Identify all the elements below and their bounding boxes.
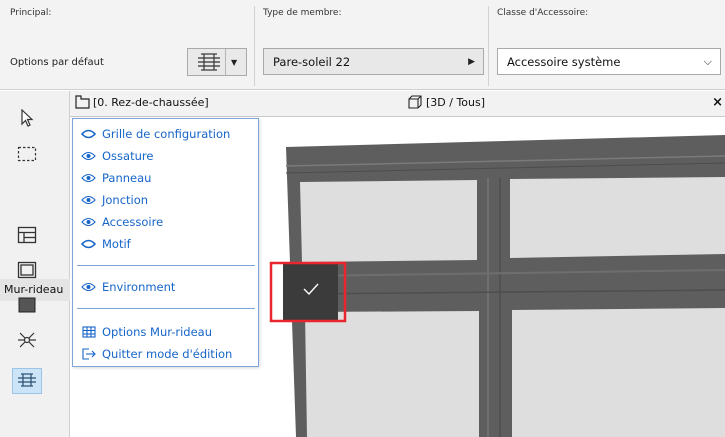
accessory-class-label: Classe d'Accessoire: — [497, 8, 589, 18]
eye-closed-icon — [81, 128, 96, 140]
cube-3d-icon — [408, 95, 422, 109]
eye-icon — [81, 216, 96, 228]
chevron-down-icon: ⌵ — [703, 55, 712, 68]
panel-tool-icon — [17, 261, 37, 279]
marquee-tool[interactable] — [12, 141, 42, 167]
exit-icon — [81, 348, 96, 360]
tab-3d-view-label: [3D / Tous] — [426, 95, 486, 109]
member-type-label: Type de membre: — [263, 8, 342, 18]
marquee-icon — [17, 146, 37, 162]
member-type-value: Pare-soleil 22 — [273, 54, 351, 69]
curtain-wall-frame-tool[interactable] — [12, 222, 42, 248]
toolbox: Mur-rideau — [0, 91, 70, 437]
view-tab-bar: [0. Rez-de-chaussée] [3D / Tous] × — [70, 91, 725, 117]
menu-item-accessoire[interactable]: Accessoire — [81, 213, 163, 231]
accessory-class-select[interactable]: Accessoire système ⌵ — [497, 48, 721, 75]
eye-closed-icon — [81, 238, 96, 250]
favorites-label[interactable]: Options par défaut — [10, 57, 104, 68]
curtain-wall-junction-tool[interactable] — [12, 292, 42, 318]
tab-floor-plan-label: [0. Rez-de-chaussée] — [93, 95, 209, 109]
favorites-button[interactable]: ▼ — [187, 48, 247, 76]
menu-item-panneau[interactable]: Panneau — [81, 169, 151, 187]
panel-bottom-left — [305, 311, 479, 437]
curtain-wall-settings-icon — [81, 326, 96, 338]
frame-tool-icon — [17, 226, 37, 244]
close-icon[interactable]: × — [712, 95, 723, 110]
menu-item-jonction[interactable]: Jonction — [81, 191, 148, 209]
info-box: Principal: Options par défaut ▼ Type de … — [0, 0, 725, 90]
principal-label: Principal: — [10, 8, 52, 18]
eye-icon — [81, 281, 96, 293]
chevron-right-icon: ▶ — [468, 57, 475, 67]
panel-top-left — [300, 180, 477, 262]
menu-item-options-mur-rideau[interactable]: Options Mur-rideau — [81, 323, 212, 341]
menu-item-grille-configuration[interactable]: Grille de configuration — [81, 125, 230, 143]
menu-item-environment[interactable]: Environment — [81, 278, 175, 296]
member-type-field[interactable]: Pare-soleil 22 ▶ — [263, 48, 484, 75]
floorplan-icon — [75, 95, 90, 109]
panel-bottom-right — [512, 308, 725, 437]
panel-top-right — [510, 177, 725, 258]
curtain-wall-edit-menu: Grille de configuration Ossature Panneau… — [72, 118, 259, 367]
principal-section: Principal: Options par défaut ▼ — [0, 0, 255, 90]
eye-icon — [81, 172, 96, 184]
member-type-section: Type de membre: Pare-soleil 22 ▶ — [255, 0, 488, 90]
chevron-down-icon[interactable]: ▼ — [231, 58, 237, 67]
curtain-wall-panel-tool[interactable] — [12, 257, 42, 283]
accessory-class-value: Accessoire système — [507, 54, 621, 69]
menu-item-quitter-edition[interactable]: Quitter mode d'édition — [81, 345, 232, 363]
eye-icon — [81, 194, 96, 206]
curtain-wall-tool-icon — [18, 373, 36, 387]
arrow-select-icon — [21, 109, 34, 127]
arrow-tool[interactable] — [12, 105, 42, 131]
tab-3d-view[interactable]: [3D / Tous] — [408, 95, 485, 109]
curtain-wall-accessory-tool[interactable] — [12, 327, 42, 353]
tab-floor-plan[interactable]: [0. Rez-de-chaussée] — [75, 95, 209, 109]
accessory-class-section: Classe d'Accessoire: Accessoire système … — [489, 0, 725, 90]
menu-item-ossature[interactable]: Ossature — [81, 147, 153, 165]
menu-item-motif[interactable]: Motif — [81, 235, 131, 253]
eye-icon — [81, 150, 96, 162]
curtain-wall-tool-icon — [198, 53, 220, 71]
junction-tool-icon — [18, 297, 36, 313]
curtain-wall-active-tool[interactable] — [12, 368, 42, 394]
accessory-tool-icon — [18, 332, 36, 348]
